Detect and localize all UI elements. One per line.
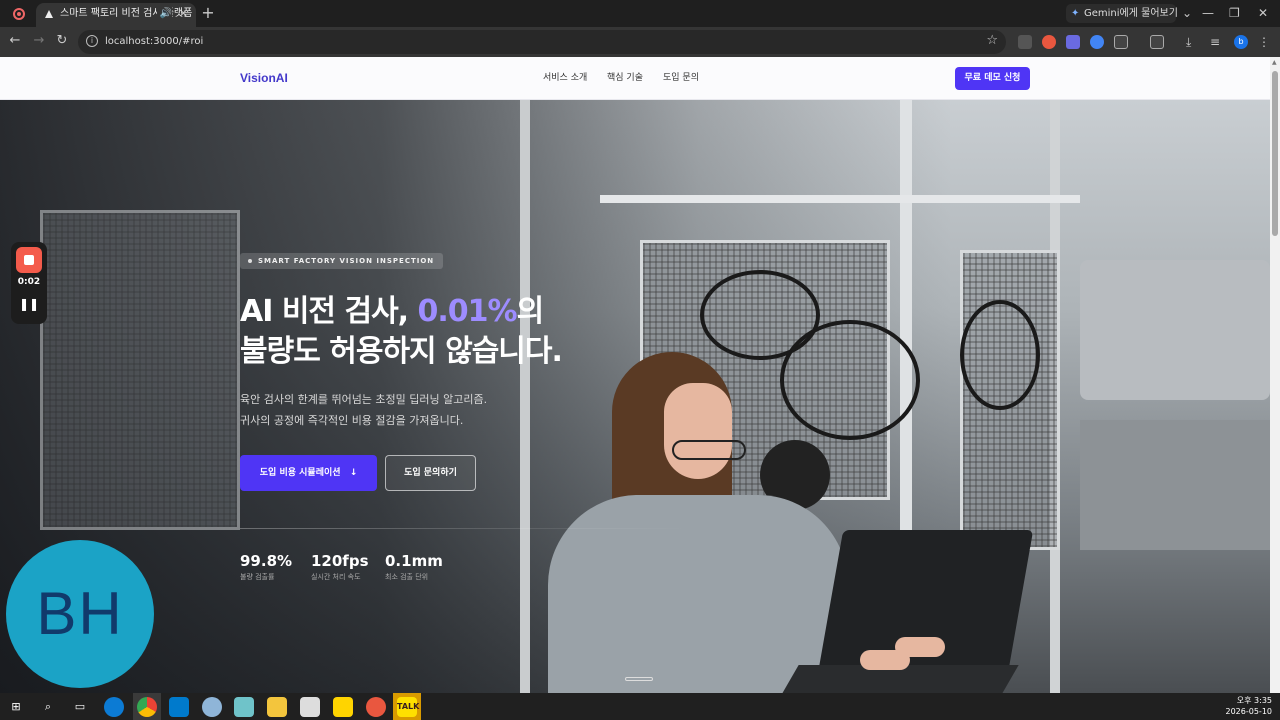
- nav-link-technology[interactable]: 핵심 기술: [607, 57, 643, 100]
- windows-taskbar: ⊞ ⌕ ▭ TALK 오후 3:35 2026-05-10: [0, 693, 1280, 720]
- stat-value: 99.8%: [240, 552, 293, 570]
- window-close-icon[interactable]: ✕: [1258, 5, 1268, 21]
- tab-title: 스마트 팩토리 비전 검사 플랫폼: [60, 8, 193, 19]
- url-text[interactable]: localhost:3000/#roi: [105, 30, 203, 54]
- scroll-up-icon[interactable]: ▲: [1272, 59, 1277, 66]
- page-viewport: VisionAI 서비스 소개 핵심 기술 도입 문의 무료 데모 신청 SMA…: [0, 57, 1270, 693]
- window-restore-icon[interactable]: ❐: [1229, 5, 1240, 21]
- browser-tab-active[interactable]: 스마트 팩토리 비전 검사 플랫폼 🔊 ✕: [36, 3, 196, 27]
- gemini-button-label: Gemini에게 물어보기: [1084, 8, 1178, 19]
- window-minimize-icon[interactable]: —: [1202, 5, 1214, 21]
- camera-extension-icon[interactable]: [1018, 35, 1032, 49]
- app-icon[interactable]: [202, 697, 222, 717]
- tab-close-icon[interactable]: ✕: [179, 3, 188, 25]
- hero-background-image: [0, 100, 1270, 693]
- hero-subtext: 육안 검사의 한계를 뛰어넘는 초정밀 딥러닝 알고리즘. 귀사의 공정에 즉각…: [240, 389, 487, 431]
- tab-favicon-icon: [45, 10, 53, 18]
- site-header: VisionAI 서비스 소개 핵심 기술 도입 문의 무료 데모 신청: [0, 57, 1270, 100]
- recording-time: 0:02: [17, 277, 41, 287]
- reload-icon[interactable]: ↻: [54, 33, 70, 49]
- headline-part-2: 의: [516, 294, 545, 329]
- pause-icon[interactable]: ❚❚: [11, 297, 47, 311]
- headline-highlight: 0.01%: [417, 294, 518, 329]
- downloads-icon[interactable]: ⤓: [1186, 35, 1200, 49]
- task-view-icon[interactable]: ▭: [70, 697, 90, 717]
- gemini-button[interactable]: ✦ Gemini에게 물어보기: [1066, 4, 1178, 23]
- free-demo-button[interactable]: 무료 데모 신청: [955, 67, 1030, 90]
- profile-avatar-icon[interactable]: b: [1234, 35, 1248, 49]
- hero-headline: AI 비전 검사, 0.01%의 불량도 허용하지 않습니다.: [240, 292, 563, 372]
- subtext-line-1: 육안 검사의 한계를 뛰어넘는 초정밀 딥러닝 알고리즘.: [240, 393, 488, 406]
- kakaotalk-icon[interactable]: TALK: [397, 697, 419, 717]
- headline-part-1: AI 비전 검사,: [240, 294, 418, 329]
- file-explorer-icon[interactable]: [267, 697, 287, 717]
- nav-link-inquiry[interactable]: 도입 문의: [663, 57, 699, 100]
- search-icon[interactable]: ⌕: [38, 697, 58, 717]
- hero-badge-text: SMART FACTORY VISION INSPECTION: [258, 257, 435, 265]
- screen-recorder-panel: 0:02 ❚❚: [11, 242, 47, 324]
- bookmark-star-icon[interactable]: ☆: [986, 33, 998, 48]
- subtext-line-2: 귀사의 공정에 즉각적인 비용 절감을 가져옵니다.: [240, 414, 464, 427]
- forward-icon[interactable]: →: [31, 33, 47, 49]
- new-tab-icon[interactable]: +: [200, 4, 216, 22]
- stat-label: 실시간 처리 속도: [311, 573, 361, 581]
- stat-min-detection-unit: 0.1mm 최소 검출 단위: [385, 552, 443, 584]
- stop-recording-icon[interactable]: [16, 247, 42, 273]
- edge-icon[interactable]: [104, 697, 124, 717]
- stat-label: 불량 검출률: [240, 573, 275, 581]
- nav-link-service[interactable]: 서비스 소개: [543, 57, 587, 100]
- address-bar[interactable]: i localhost:3000/#roi ☆: [78, 30, 1006, 54]
- headline-line-2: 불량도 허용하지 않습니다.: [240, 334, 563, 369]
- site-info-icon[interactable]: i: [86, 35, 98, 47]
- tab-search-icon[interactable]: ⌄: [1182, 5, 1192, 21]
- extension-blue-icon[interactable]: [1090, 35, 1104, 49]
- gemini-sparkle-icon: ✦: [1071, 8, 1080, 19]
- stat-detection-rate: 99.8% 불량 검출률: [240, 552, 292, 584]
- page-scrollbar[interactable]: ▲: [1270, 57, 1280, 693]
- recording-indicator-icon: [13, 8, 25, 20]
- windows-start-icon[interactable]: ⊞: [6, 697, 26, 717]
- scroll-indicator[interactable]: [625, 677, 653, 681]
- extension-orange-icon[interactable]: [1042, 35, 1056, 49]
- webcam-avatar: BH: [6, 540, 154, 688]
- vscode-icon[interactable]: [169, 697, 189, 717]
- browser-tab-bar: 스마트 팩토리 비전 검사 플랫폼 🔊 ✕ + ✦ Gemini에게 물어보기 …: [0, 0, 1280, 27]
- notes-app-icon[interactable]: [234, 697, 254, 717]
- arrow-down-icon: ↓: [349, 468, 358, 478]
- inquiry-button[interactable]: 도입 문의하기: [385, 455, 476, 491]
- chrome-icon[interactable]: [137, 697, 157, 717]
- site-logo[interactable]: VisionAI: [240, 57, 288, 100]
- extensions-puzzle-icon[interactable]: [1114, 35, 1128, 49]
- monitor-app-icon[interactable]: [300, 697, 320, 717]
- scrollbar-thumb[interactable]: [1272, 71, 1278, 236]
- sticky-notes-icon[interactable]: [333, 697, 353, 717]
- stat-label: 최소 검출 단위: [385, 573, 429, 581]
- browser-menu-icon[interactable]: ⋮: [1258, 35, 1272, 49]
- browser-toolbar: ← → ↻ i localhost:3000/#roi ☆ ⤓ ≡ b ⋮: [0, 27, 1280, 57]
- extension-download-icon[interactable]: [1066, 35, 1080, 49]
- stat-value: 0.1mm: [385, 552, 443, 570]
- tab-audio-icon[interactable]: 🔊: [156, 3, 172, 25]
- hero-badge: SMART FACTORY VISION INSPECTION: [240, 253, 444, 269]
- burst-app-icon[interactable]: [366, 697, 386, 717]
- clock-time: 오후 3:35: [1236, 696, 1272, 705]
- stat-value: 120fps: [311, 552, 369, 570]
- clock-date: 2026-05-10: [1225, 707, 1273, 716]
- system-clock[interactable]: 오후 3:35 2026-05-10: [1226, 695, 1273, 717]
- cost-simulation-button[interactable]: 도입 비용 시뮬레이션 ↓: [240, 455, 377, 491]
- reading-list-icon[interactable]: ≡: [1210, 35, 1224, 49]
- badge-dot-icon: [248, 259, 252, 263]
- screen-share-icon[interactable]: [1150, 35, 1164, 49]
- cost-simulation-label: 도입 비용 시뮬레이션: [259, 468, 341, 478]
- hero-divider: [240, 528, 690, 529]
- stat-processing-speed: 120fps 실시간 처리 속도: [311, 552, 369, 584]
- back-icon[interactable]: ←: [7, 33, 23, 49]
